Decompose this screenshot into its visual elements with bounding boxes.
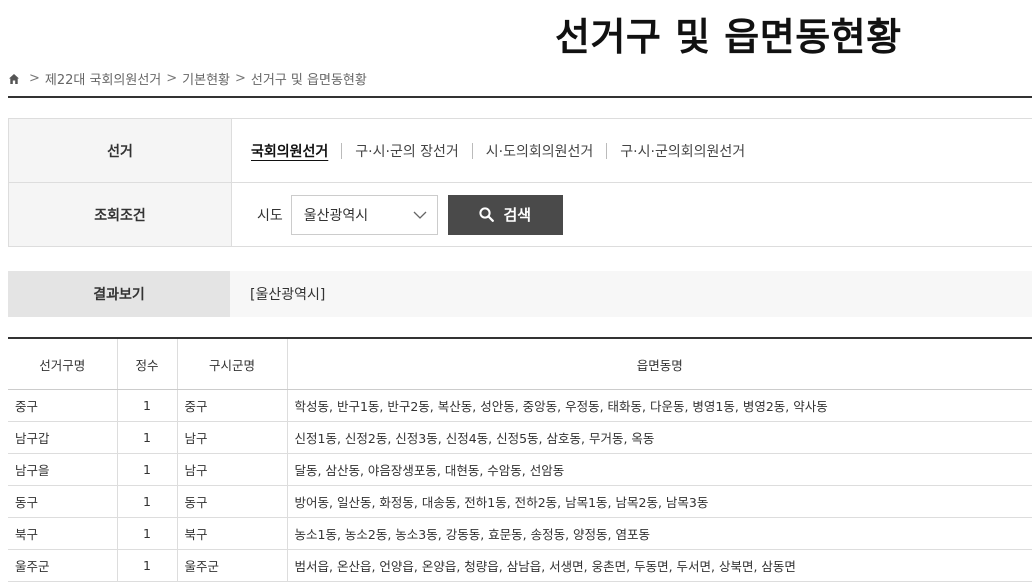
cell-town-list: 범서읍, 온산읍, 언양읍, 온양읍, 청량읍, 삼남읍, 서생면, 웅촌면, … xyxy=(286,549,1032,582)
cell-municipality: 중구 xyxy=(176,389,287,422)
result-value: [울산광역시] xyxy=(250,287,326,303)
cell-seat-count: 1 xyxy=(116,421,177,454)
cell-seat-count: 1 xyxy=(116,389,177,422)
tab-local-head[interactable]: 구·시·군의 장선거 xyxy=(355,141,459,161)
header-seat-count: 정수 xyxy=(116,337,177,390)
cell-municipality: 북구 xyxy=(176,517,287,550)
filter-panel: 선거 국회의원선거 구·시·군의 장선거 시·도의회의원선거 구·시·군의회의원… xyxy=(8,118,1032,247)
sido-select-value: 울산광역시 xyxy=(303,207,369,224)
breadcrumb-separator: > xyxy=(29,71,40,86)
cell-municipality: 남구 xyxy=(176,421,287,454)
condition-label: 조회조건 xyxy=(9,183,232,246)
chevron-down-icon xyxy=(413,211,427,219)
cell-district-name: 남구갑 xyxy=(8,421,117,454)
tab-national-assembly[interactable]: 국회의원선거 xyxy=(251,141,328,161)
header-district-name: 선거구명 xyxy=(8,337,117,390)
page-title: 선거구 및 읍면동현황 xyxy=(555,15,902,59)
cell-district-name: 남구을 xyxy=(8,453,117,486)
breadcrumb-item-current[interactable]: 선거구 및 읍면동현황 xyxy=(251,69,367,88)
header-town-list: 읍면동명 xyxy=(286,337,1032,390)
result-label: 결과보기 xyxy=(8,271,230,317)
table-row: 남구을 1 남구 달동, 삼산동, 야음장생포동, 대현동, 수암동, 선암동 xyxy=(8,453,1032,486)
cell-seat-count: 1 xyxy=(116,485,177,518)
tab-divider xyxy=(471,142,473,159)
table-row: 동구 1 동구 방어동, 일산동, 화정동, 대송동, 전하1동, 전하2동, … xyxy=(8,485,1032,518)
tab-divider xyxy=(341,142,343,159)
breadcrumb-separator: > xyxy=(166,71,178,86)
cell-town-list: 신정1동, 신정2동, 신정3동, 신정4동, 신정5동, 삼호동, 무거동, … xyxy=(286,421,1032,454)
breadcrumb-item-basic-status[interactable]: 기본현황 xyxy=(182,69,230,88)
condition-controls: 시도 울산광역시 검색 xyxy=(232,183,1032,246)
tab-local-council[interactable]: 구·시·군의회의원선거 xyxy=(620,141,745,161)
cell-seat-count: 1 xyxy=(116,453,177,486)
breadcrumb-divider xyxy=(8,96,1032,98)
cell-town-list: 농소1동, 농소2동, 농소3동, 강동동, 효문동, 송정동, 양정동, 염포… xyxy=(286,517,1032,550)
tab-provincial-council[interactable]: 시·도의회의원선거 xyxy=(486,141,594,161)
home-icon[interactable] xyxy=(8,73,20,85)
cell-district-name: 중구 xyxy=(8,389,117,422)
sido-label: 시도 xyxy=(257,207,283,224)
header-municipality: 구시군명 xyxy=(176,337,287,390)
election-row: 선거 국회의원선거 구·시·군의 장선거 시·도의회의원선거 구·시·군의회의원… xyxy=(9,119,1032,182)
cell-district-name: 동구 xyxy=(8,485,117,518)
table-header-row: 선거구명 정수 구시군명 읍면동명 xyxy=(8,337,1032,390)
cell-district-name: 북구 xyxy=(8,517,117,550)
table-row: 북구 1 북구 농소1동, 농소2동, 농소3동, 강동동, 효문동, 송정동,… xyxy=(8,517,1032,550)
cell-seat-count: 1 xyxy=(116,549,177,582)
cell-town-list: 달동, 삼산동, 야음장생포동, 대현동, 수암동, 선암동 xyxy=(286,453,1032,486)
search-button[interactable]: 검색 xyxy=(447,194,563,235)
table-row: 울주군 1 울주군 범서읍, 온산읍, 언양읍, 온양읍, 청량읍, 삼남읍, … xyxy=(8,549,1032,582)
condition-row: 조회조건 시도 울산광역시 검색 xyxy=(9,182,1032,246)
cell-town-list: 학성동, 반구1동, 반구2동, 복산동, 성안동, 중앙동, 우정동, 태화동… xyxy=(286,389,1032,422)
cell-seat-count: 1 xyxy=(116,517,177,550)
search-icon xyxy=(479,207,495,222)
cell-town-list: 방어동, 일산동, 화정동, 대송동, 전하1동, 전하2동, 남목1동, 남목… xyxy=(286,485,1032,518)
cell-district-name: 울주군 xyxy=(8,549,117,582)
district-table: 선거구명 정수 구시군명 읍면동명 중구 1 중구 학성동, 반구1동, 반구2… xyxy=(8,337,1032,582)
cell-municipality: 동구 xyxy=(176,485,287,518)
election-tabs: 국회의원선거 구·시·군의 장선거 시·도의회의원선거 구·시·군의회의원선거 xyxy=(232,119,1032,182)
breadcrumb-item-election[interactable]: 제22대 국회의원선거 xyxy=(45,69,161,88)
sido-select[interactable]: 울산광역시 xyxy=(290,194,438,235)
search-button-label: 검색 xyxy=(503,206,532,224)
table-row: 중구 1 중구 학성동, 반구1동, 반구2동, 복산동, 성안동, 중앙동, … xyxy=(8,389,1032,422)
breadcrumb: > 제22대 국회의원선거 > 기본현황 > 선거구 및 읍면동현황 xyxy=(8,69,367,88)
table-row: 남구갑 1 남구 신정1동, 신정2동, 신정3동, 신정4동, 신정5동, 삼… xyxy=(8,421,1032,454)
election-label: 선거 xyxy=(9,119,232,182)
result-bar: 결과보기 [울산광역시] xyxy=(8,271,1032,317)
tab-divider xyxy=(606,142,608,159)
cell-municipality: 남구 xyxy=(176,453,287,486)
cell-municipality: 울주군 xyxy=(176,549,287,582)
breadcrumb-separator: > xyxy=(235,71,246,86)
